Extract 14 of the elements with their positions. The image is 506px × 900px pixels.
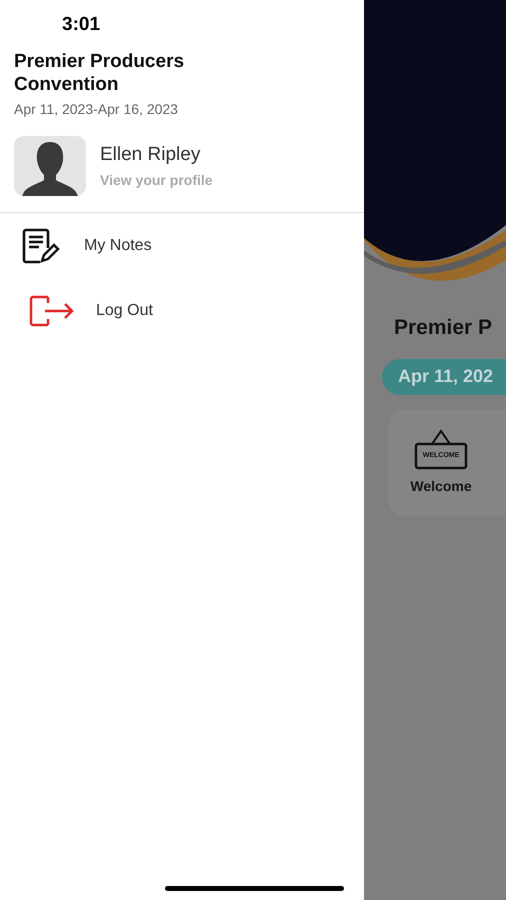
menu-item[interactable]: My Notes <box>84 234 152 258</box>
logout-icon <box>29 295 75 327</box>
menu-item[interactable]: Log Out <box>96 299 153 323</box>
profile-name: Ellen Ripley <box>100 143 202 168</box>
tile-label: Welcome <box>410 476 472 496</box>
hanging-sign-icon <box>414 428 468 470</box>
date-badge: Apr 11, 202 <box>382 358 506 394</box>
person-silhouette-icon <box>20 140 80 196</box>
note-edit-icon <box>22 228 60 264</box>
avatar[interactable] <box>14 136 86 196</box>
status-time: 3:01 <box>62 12 100 37</box>
event-title: Premier P <box>394 315 494 341</box>
event-dates: Apr 11, 2023-Apr 16, 2023 <box>14 100 179 119</box>
event-title: Premier Producers Convention <box>14 50 186 96</box>
